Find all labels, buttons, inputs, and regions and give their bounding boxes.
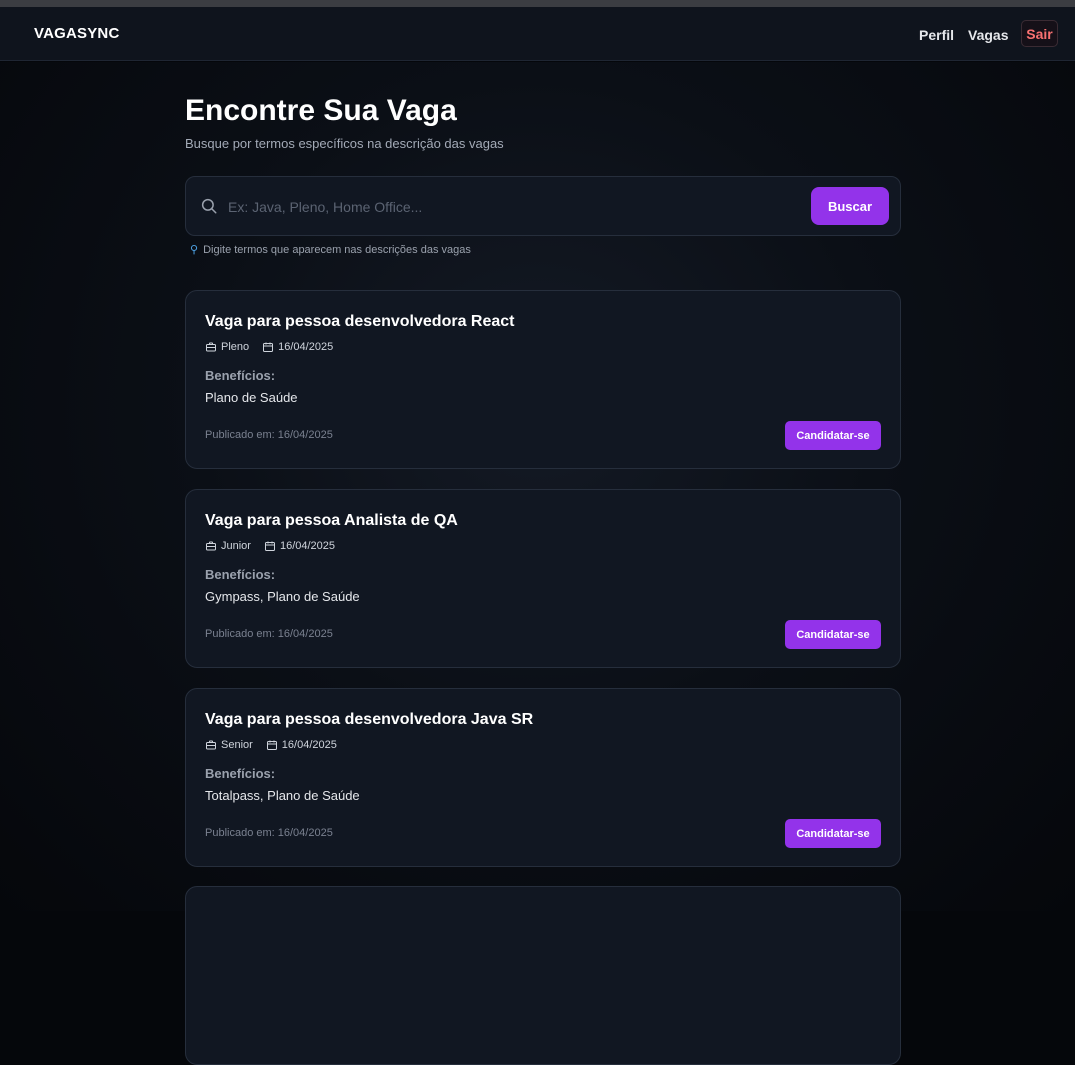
job-date: 16/04/2025 [266,739,337,751]
job-date: 16/04/2025 [264,540,335,552]
benefits-label: Benefícios: [205,766,276,781]
calendar-icon [263,342,274,352]
job-level: Junior [205,540,251,552]
briefcase-icon [206,541,216,551]
search-box: Buscar [185,176,901,236]
job-title: Vaga para pessoa desenvolvedora React [205,313,515,330]
job-level-text: Pleno [221,341,250,353]
benefits-value: Totalpass, Plano de Saúde [205,788,360,803]
job-meta: Senior 16/04/2025 [205,739,350,751]
apply-button[interactable]: Candidatar-se [785,421,881,450]
brand-logo[interactable]: VAGASYNC [34,25,120,42]
search-hint: ⚲ Digite termos que aparecem nas descriç… [190,243,471,257]
briefcase-icon [206,740,216,750]
benefits-label: Benefícios: [205,567,276,582]
apply-button[interactable]: Candidatar-se [785,620,881,649]
job-level: Pleno [205,341,249,353]
search-icon [201,198,217,214]
calendar-icon [266,740,277,750]
job-meta: Pleno 16/04/2025 [205,341,346,353]
published-date: Publicado em: 16/04/2025 [205,827,333,839]
published-date: Publicado em: 16/04/2025 [205,628,333,640]
published-date: Publicado em: 16/04/2025 [205,429,333,441]
page-title: Encontre Sua Vaga [185,94,457,127]
page-subtitle: Busque por termos específicos na descriç… [185,136,504,151]
benefits-label: Benefícios: [205,368,276,383]
logout-button[interactable]: Sair [1021,20,1058,47]
magnifier-icon: ⚲ [190,244,199,256]
job-card-partial [185,886,901,1065]
job-card: Vaga para pessoa desenvolvedora Java SR … [185,688,901,867]
benefits-value: Plano de Saúde [205,390,298,405]
briefcase-icon [206,342,216,352]
job-meta: Junior 16/04/2025 [205,540,348,552]
search-hint-text: Digite termos que aparecem nas descriçõe… [203,243,471,256]
benefits-value: Gympass, Plano de Saúde [205,589,360,604]
search-button[interactable]: Buscar [811,187,889,225]
main-content: Encontre Sua Vaga Busque por termos espe… [0,62,1075,1065]
job-level-text: Junior [221,540,251,552]
job-date-text: 16/04/2025 [279,540,336,552]
apply-button[interactable]: Candidatar-se [785,819,881,848]
job-level: Senior [205,739,253,751]
job-title: Vaga para pessoa Analista de QA [205,512,458,529]
search-input[interactable] [228,191,798,223]
job-date-text: 16/04/2025 [281,739,337,751]
job-title: Vaga para pessoa desenvolvedora Java SR [205,711,534,728]
nav-link-perfil[interactable]: Perfil [919,27,954,43]
job-date: 16/04/2025 [262,341,333,353]
job-card: Vaga para pessoa desenvolvedora React Pl… [185,290,901,469]
job-card: Vaga para pessoa Analista de QA Junior 1… [185,489,901,668]
window-top-strip [0,0,1075,7]
nav-link-vagas[interactable]: Vagas [968,27,1008,43]
job-level-text: Senior [221,739,253,751]
calendar-icon [264,541,275,551]
navbar: VAGASYNC Perfil Vagas Sair [0,7,1075,61]
job-date-text: 16/04/2025 [278,341,334,353]
